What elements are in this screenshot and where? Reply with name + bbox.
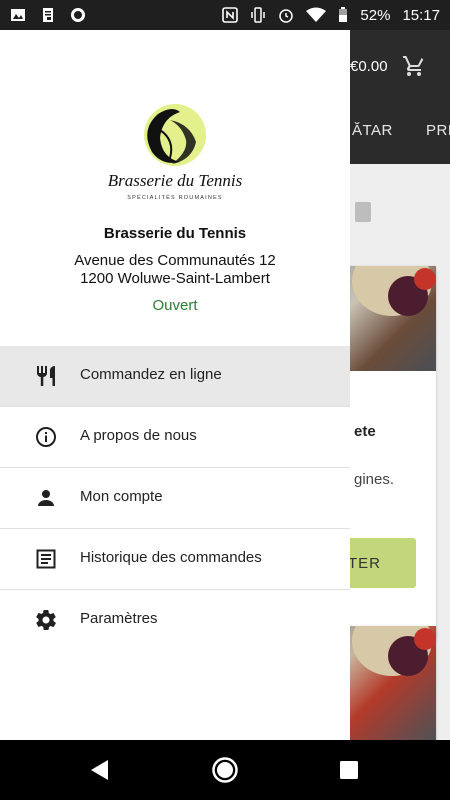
info-icon [36, 427, 56, 447]
clipboard-icon [43, 8, 53, 22]
flag-icon [355, 202, 371, 222]
menu-item-my-account[interactable]: Mon compte [0, 468, 350, 529]
menu-item-label: Commandez en ligne [80, 366, 222, 383]
menu-item-settings[interactable]: Paramètres [0, 590, 350, 651]
menu-item-label: Paramètres [80, 610, 158, 627]
alarm-icon [279, 9, 294, 23]
menu-item-order-history[interactable]: Historique des commandes [0, 529, 350, 590]
vibrate-icon [251, 7, 266, 23]
drawer-header: Brasserie du Tennis SPÉCIALITÉS ROUMAINE… [0, 30, 350, 346]
battery-percent: 52% [360, 6, 391, 24]
menu-item-label: Historique des commandes [80, 549, 262, 566]
product-description: gines. [354, 471, 395, 488]
image-icon [11, 9, 25, 21]
home-icon[interactable] [211, 756, 239, 784]
wifi-icon [306, 7, 327, 22]
cart-total[interactable]: €0.00 [350, 58, 388, 75]
address-line-1: Avenue des Communautés 12 [74, 252, 276, 269]
person-icon [38, 490, 54, 506]
logo-text: Brasserie du Tennis [108, 171, 243, 190]
drawer-menu: Commandez en ligne A propos de nous Mon … [0, 346, 350, 651]
restaurant-logo: Brasserie du Tennis SPÉCIALITÉS ROUMAINE… [108, 104, 243, 201]
address-line-2: 1200 Woluwe-Saint-Lambert [80, 270, 270, 287]
menu-item-label: A propos de nous [80, 427, 197, 444]
open-status: Ouvert [152, 297, 198, 314]
system-nav-bar [0, 740, 450, 800]
recents-icon[interactable] [338, 759, 360, 781]
logo-tagline: SPÉCIALITÉS ROUMAINES [127, 194, 223, 201]
status-bar: 52% 15:17 [0, 0, 450, 30]
menu-item-about-us[interactable]: A propos de nous [0, 407, 350, 468]
settings-icon [36, 610, 56, 630]
restaurant-icon [37, 366, 55, 386]
battery-icon [339, 7, 348, 22]
receipt-icon [36, 549, 56, 569]
menu-item-label: Mon compte [80, 488, 163, 505]
circle-icon [71, 8, 85, 22]
product-title: ete [354, 423, 376, 440]
add-to-cart-button[interactable]: TER [344, 538, 416, 588]
navigation-drawer: Brasserie du Tennis SPÉCIALITÉS ROUMAINE… [0, 30, 350, 740]
clock: 15:17 [402, 6, 440, 24]
menu-item-order-online[interactable]: Commandez en ligne [0, 346, 350, 407]
nfc-icon [222, 7, 239, 23]
cart-icon[interactable] [402, 54, 426, 78]
back-icon[interactable] [88, 758, 112, 782]
category-tab[interactable]: PRE [426, 122, 450, 139]
restaurant-name: Brasserie du Tennis [103, 225, 247, 242]
category-tab[interactable]: ĂTAR [352, 122, 393, 139]
